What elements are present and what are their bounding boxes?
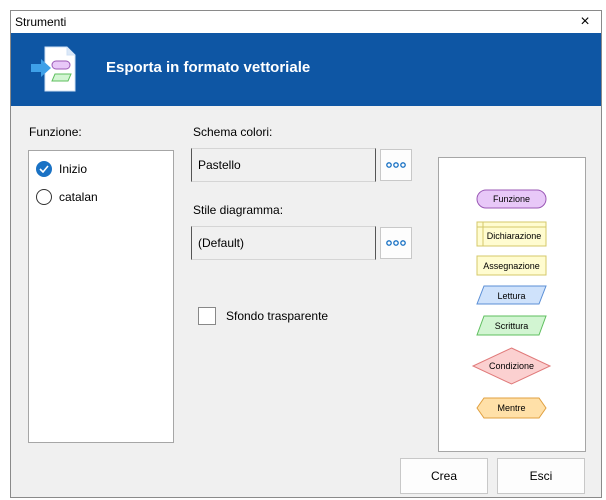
banner-title: Esporta in formato vettoriale	[106, 59, 311, 76]
flowchart-preview: Funzione Dichiarazione Assegnazione Lett…	[471, 189, 552, 419]
close-button[interactable]: ×	[569, 11, 601, 33]
radio-option-inizio[interactable]: Inizio	[36, 159, 87, 179]
style-preview-panel: Funzione Dichiarazione Assegnazione Lett…	[438, 157, 586, 452]
shape-label: Funzione	[493, 194, 530, 204]
stile-diagramma-value: (Default)	[198, 236, 245, 250]
shape-label: Condizione	[489, 361, 534, 371]
crea-button[interactable]: Crea	[400, 458, 488, 494]
dialog-window: Strumenti × Esporta in formato vettorial…	[10, 10, 602, 498]
stile-diagramma-select[interactable]: (Default)	[191, 226, 376, 260]
shape-label: Dichiarazione	[487, 231, 542, 241]
shape-label: Scrittura	[495, 321, 529, 331]
sfondo-trasparente-label: Sfondo trasparente	[226, 309, 329, 323]
radio-label: catalan	[59, 190, 98, 204]
radio-option-catalan[interactable]: catalan	[36, 187, 98, 207]
ellipsis-icon	[386, 162, 406, 168]
dialog-body: Funzione: Inizio catalan Schema colori: …	[11, 106, 601, 497]
schema-colori-value: Pastello	[198, 158, 241, 172]
preview-shape-mentre: Mentre	[476, 397, 547, 419]
radio-checked-icon[interactable]	[36, 161, 52, 177]
schema-colori-select[interactable]: Pastello	[191, 148, 376, 182]
shape-label: Lettura	[497, 291, 525, 301]
stile-diagramma-browse-button[interactable]	[380, 227, 412, 259]
ellipsis-icon	[386, 240, 406, 246]
shape-label: Assegnazione	[483, 261, 540, 271]
header-banner: Esporta in formato vettoriale	[11, 33, 601, 106]
esci-button[interactable]: Esci	[497, 458, 585, 494]
preview-shape-condizione: Condizione	[471, 347, 552, 385]
window-title: Strumenti	[15, 15, 67, 29]
shape-label: Mentre	[497, 403, 525, 413]
title-bar: Strumenti ×	[11, 11, 601, 33]
radio-unchecked-icon[interactable]	[36, 189, 52, 205]
funzione-list[interactable]: Inizio catalan	[28, 150, 174, 443]
sfondo-trasparente-checkbox[interactable]	[198, 307, 216, 325]
schema-colori-label: Schema colori:	[193, 125, 273, 139]
preview-shape-funzione: Funzione	[476, 189, 547, 209]
preview-shape-lettura: Lettura	[476, 285, 547, 305]
radio-label: Inizio	[59, 162, 88, 176]
preview-shape-scrittura: Scrittura	[476, 315, 547, 336]
schema-colori-browse-button[interactable]	[380, 149, 412, 181]
export-document-icon	[31, 46, 76, 92]
preview-shape-dichiarazione: Dichiarazione	[476, 221, 547, 247]
preview-shape-assegnazione: Assegnazione	[476, 255, 547, 276]
funzione-label: Funzione:	[29, 125, 82, 139]
stile-diagramma-label: Stile diagramma:	[193, 203, 284, 217]
